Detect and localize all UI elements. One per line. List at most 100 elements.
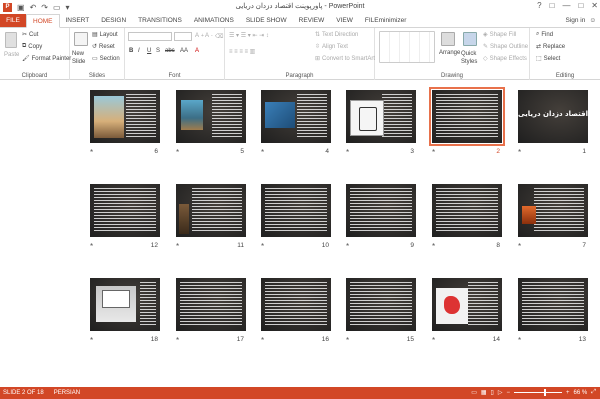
bold-button[interactable]: B — [129, 48, 133, 54]
animation-indicator-icon[interactable]: * — [346, 148, 349, 157]
arrange-icon[interactable] — [441, 32, 455, 46]
slide-thumbnail[interactable] — [346, 184, 416, 237]
clear-format-icon[interactable]: ⌫ — [215, 33, 223, 40]
animation-indicator-icon[interactable]: * — [261, 336, 264, 345]
slide-thumbnail[interactable] — [176, 278, 246, 331]
close-icon[interactable]: ✕ — [591, 1, 598, 10]
tab-home[interactable]: HOME — [26, 14, 60, 28]
minimize-icon[interactable]: — — [562, 1, 570, 10]
start-from-beginning-icon[interactable]: ▭ — [53, 3, 61, 12]
shapes-gallery[interactable] — [379, 31, 435, 63]
animation-indicator-icon[interactable]: * — [90, 148, 93, 157]
text-direction-button[interactable]: ⇅ Text Direction — [315, 31, 358, 39]
layout-button[interactable]: ▤ Layout — [92, 31, 118, 39]
save-icon[interactable]: ▣ — [17, 3, 25, 12]
slide-thumbnail[interactable] — [90, 278, 160, 331]
undo-icon[interactable]: ↶ — [30, 3, 37, 12]
animation-indicator-icon[interactable]: * — [176, 336, 179, 345]
paste-icon[interactable] — [5, 32, 17, 48]
select-button[interactable]: ⬚ Select — [536, 55, 560, 63]
slide-thumbnail[interactable] — [346, 278, 416, 331]
tab-transitions[interactable]: TRANSITIONS — [132, 14, 188, 27]
find-button[interactable]: ⌕ Find — [536, 31, 553, 38]
tab-design[interactable]: DESIGN — [95, 14, 132, 27]
tab-view[interactable]: VIEW — [330, 14, 359, 27]
slide-thumbnail[interactable] — [429, 87, 505, 146]
zoom-out-icon[interactable]: − — [506, 390, 510, 396]
language-indicator[interactable]: PERSIAN — [54, 390, 80, 396]
sign-in-link[interactable]: Sign in — [565, 17, 585, 24]
slideshow-view-icon[interactable]: ▷ — [498, 389, 503, 396]
animation-indicator-icon[interactable]: * — [261, 242, 264, 251]
animation-indicator-icon[interactable]: * — [518, 336, 521, 345]
normal-view-icon[interactable]: ▭ — [471, 389, 477, 396]
slide-thumbnail[interactable] — [90, 184, 160, 237]
maximize-icon[interactable]: □ — [578, 1, 583, 10]
slide-thumbnail[interactable] — [176, 184, 246, 237]
animation-indicator-icon[interactable]: * — [432, 148, 435, 157]
slide-thumbnail[interactable] — [261, 184, 331, 237]
animation-indicator-icon[interactable]: * — [90, 336, 93, 345]
fit-to-window-icon[interactable]: ⤢ — [591, 389, 596, 396]
animation-indicator-icon[interactable]: * — [432, 336, 435, 345]
account-icon[interactable]: ☺ — [589, 17, 596, 24]
paste-button[interactable]: Paste — [4, 52, 19, 58]
slide-thumbnail[interactable] — [90, 90, 160, 143]
animation-indicator-icon[interactable]: * — [176, 242, 179, 251]
slide-thumbnail[interactable] — [518, 184, 588, 237]
quick-styles-icon[interactable] — [463, 32, 477, 46]
strikethrough-button[interactable]: abc — [165, 48, 175, 54]
bullets-icon[interactable]: ☰ ▾ ☰ ▾ ⇤ ⇥ ↕ — [229, 32, 269, 39]
shape-outline-button[interactable]: ✎ Shape Outline — [483, 43, 528, 51]
zoom-slider[interactable] — [513, 389, 562, 396]
align-icons[interactable]: ≡ ≡ ≡ ≡ ▥ — [229, 48, 255, 55]
slide-thumbnail[interactable] — [518, 278, 588, 331]
animation-indicator-icon[interactable]: * — [346, 242, 349, 251]
zoom-in-icon[interactable]: + — [566, 390, 570, 396]
customize-qat-icon[interactable]: ▾ — [66, 3, 70, 12]
italic-button[interactable]: I — [138, 48, 140, 54]
shape-fill-button[interactable]: ◈ Shape Fill — [483, 31, 516, 39]
font-size-box[interactable] — [174, 32, 192, 41]
copy-button[interactable]: ⧉ Copy — [22, 43, 42, 50]
ribbon-display-icon[interactable]: □ — [550, 1, 555, 10]
zoom-slider-thumb[interactable] — [543, 389, 546, 396]
animation-indicator-icon[interactable]: * — [176, 148, 179, 157]
slide-thumbnail[interactable] — [432, 184, 502, 237]
font-color-button[interactable]: A — [195, 48, 199, 54]
arrange-button[interactable]: Arrange — [439, 50, 460, 56]
reset-button[interactable]: ↺ Reset — [92, 43, 115, 51]
slide-thumbnail[interactable] — [176, 90, 246, 143]
shrink-font-icon[interactable]: A- — [205, 33, 213, 39]
slide-thumbnail[interactable] — [261, 90, 331, 143]
cut-button[interactable]: ✂ Cut — [22, 31, 38, 39]
grow-font-icon[interactable]: A + — [195, 33, 204, 39]
animation-indicator-icon[interactable]: * — [432, 242, 435, 251]
reading-view-icon[interactable]: ▯ — [491, 389, 494, 396]
font-name-box[interactable] — [128, 32, 172, 41]
animation-indicator-icon[interactable]: * — [518, 148, 521, 157]
underline-button[interactable]: U — [147, 48, 151, 54]
help-icon[interactable]: ? — [537, 1, 541, 10]
tab-file[interactable]: FILE — [0, 14, 26, 27]
animation-indicator-icon[interactable]: * — [346, 336, 349, 345]
zoom-level[interactable]: 66 % — [574, 390, 588, 396]
slide-thumbnail[interactable] — [261, 278, 331, 331]
replace-button[interactable]: ⇄ Replace — [536, 43, 565, 51]
tab-slide-show[interactable]: SLIDE SHOW — [240, 14, 293, 27]
format-painter-button[interactable]: 🖌 Format Painter — [22, 55, 71, 63]
new-slide-icon[interactable] — [74, 32, 88, 46]
tab-insert[interactable]: INSERT — [60, 14, 96, 27]
slide-thumbnail[interactable] — [346, 90, 416, 143]
shape-effects-button[interactable]: ◇ Shape Effects — [483, 55, 527, 63]
slide-thumbnail[interactable]: اقتصاد دزدان دریایی — [518, 90, 588, 143]
align-text-button[interactable]: ⇳ Align Text — [315, 43, 348, 51]
quick-styles-button[interactable]: Quick Styles — [461, 50, 481, 66]
convert-smartart-button[interactable]: ⊞ Convert to SmartArt — [315, 55, 375, 63]
tab-animations[interactable]: ANIMATIONS — [188, 14, 240, 27]
slide-thumbnail[interactable] — [432, 278, 502, 331]
shadow-button[interactable]: S — [156, 48, 160, 54]
animation-indicator-icon[interactable]: * — [518, 242, 521, 251]
new-slide-button[interactable]: New Slide — [72, 50, 94, 66]
redo-icon[interactable]: ↷ — [41, 3, 48, 12]
